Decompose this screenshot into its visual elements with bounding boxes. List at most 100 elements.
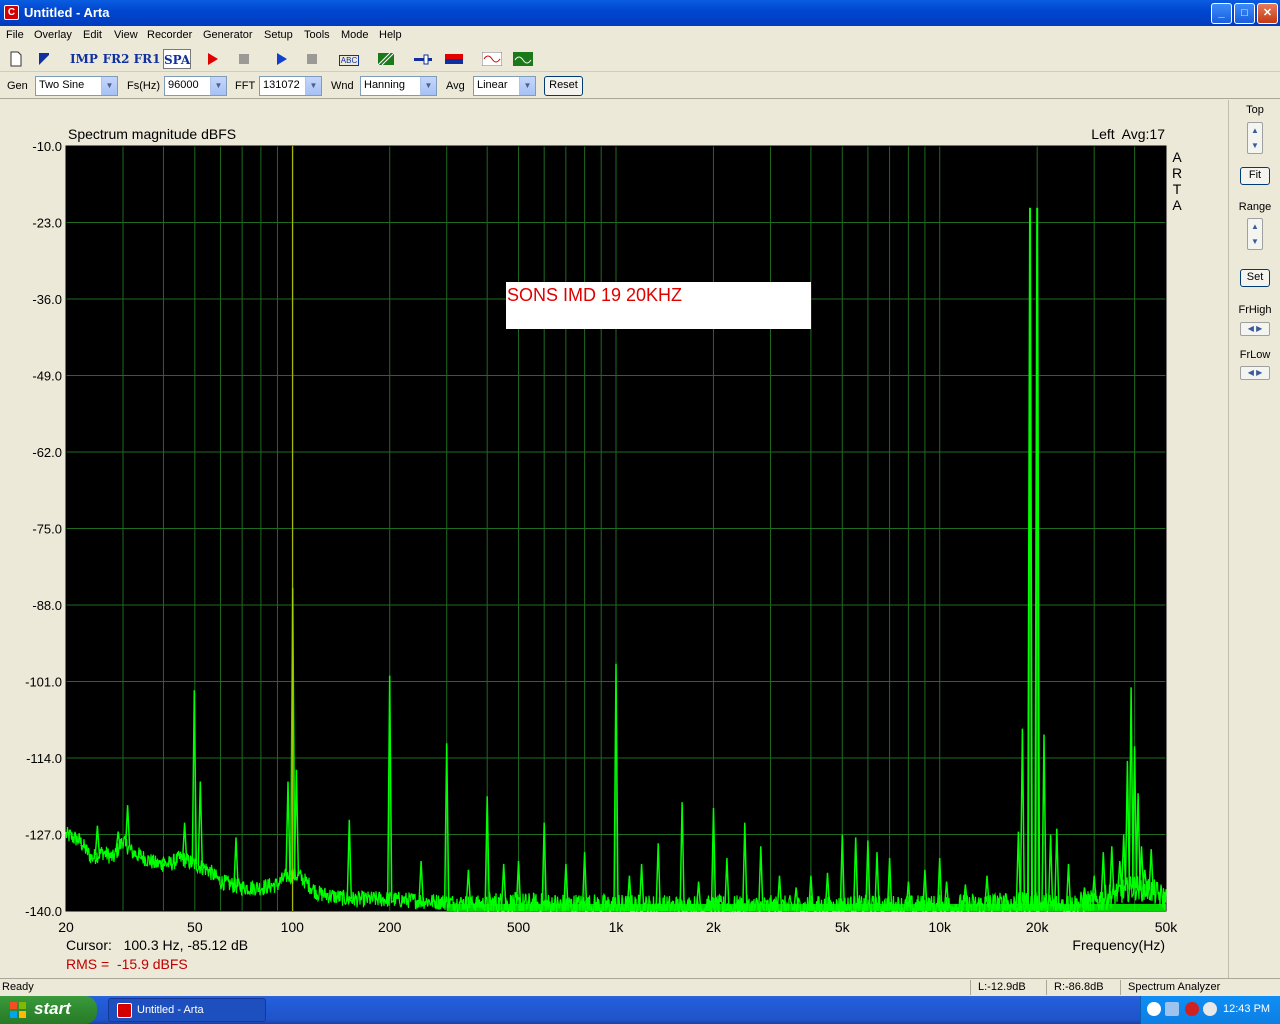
generator-select[interactable]: Two Sine ▼ — [35, 76, 118, 96]
status-right-level: R:-86.8dB — [1054, 981, 1104, 993]
spectrum-plot-area[interactable]: -10.0 -23.0 -36.0 -49.0 -62.0 -75.0 -88.0 -101.… — [0, 100, 1229, 978]
y-tick-label: -140.0 — [25, 904, 62, 919]
toolbar: IMP FR2 FR1 SPA ABC — [0, 46, 1280, 72]
sine-wave-icon[interactable] — [481, 49, 503, 69]
chart-title: Spectrum magnitude dBFS — [68, 126, 236, 142]
status-bar: Ready L:-12.9dB R:-86.8dB Spectrum Analy… — [0, 978, 1280, 996]
taskbar-item-arta[interactable]: Untitled - Arta — [108, 998, 266, 1022]
y-tick-label: -114.0 — [26, 751, 62, 766]
close-button[interactable]: ✕ — [1257, 3, 1278, 24]
scope-icon[interactable] — [512, 49, 534, 69]
x-tick-label: 5k — [835, 919, 851, 935]
annotation-box[interactable]: SONS IMD 19 20KHZ — [506, 282, 811, 329]
frhigh-spinner[interactable]: ◀ ▶ — [1240, 322, 1270, 336]
menu-bar: File Overlay Edit View Recorder Generato… — [0, 26, 1280, 46]
chevron-down-icon: ▼ — [305, 77, 321, 95]
x-tick-label: 200 — [378, 919, 402, 935]
cursor-readout: Cursor: 100.3 Hz, -85.12 dB — [66, 937, 248, 953]
security-shield-icon[interactable] — [1185, 1002, 1199, 1016]
range-label: Range — [1238, 201, 1272, 213]
x-tick-label: 50 — [187, 919, 203, 935]
abc-label-icon[interactable]: ABC — [338, 49, 360, 69]
channel-avg-info: Left Avg:17 — [1091, 126, 1165, 142]
x-axis-label: Frequency(Hz) — [1072, 937, 1165, 953]
status-mode: Spectrum Analyzer — [1128, 981, 1221, 993]
antivirus-icon[interactable] — [1203, 1002, 1217, 1016]
fft-size-value: 131072 — [263, 79, 300, 91]
color-bar-icon[interactable] — [444, 49, 464, 69]
chevron-down-icon: ▼ — [210, 77, 226, 95]
stop-generator-icon[interactable] — [304, 49, 320, 69]
x-tick-label: 20k — [1026, 919, 1050, 935]
sample-rate-select[interactable]: 96000 ▼ — [164, 76, 227, 96]
x-tick-label: 20 — [58, 919, 74, 935]
y-tick-label: -101.0 — [25, 675, 62, 690]
x-tick-label: 100 — [281, 919, 305, 935]
minimize-button[interactable]: _ — [1211, 3, 1232, 24]
annotation-text: SONS IMD 19 20KHZ — [507, 285, 682, 305]
y-tick-label: -23.0 — [32, 216, 62, 231]
spectrum-mode-button[interactable]: SPA — [163, 49, 191, 69]
range-spinner[interactable]: ▲ ▼ — [1247, 218, 1263, 250]
menu-tools[interactable]: Tools — [304, 29, 330, 41]
clock: 12:43 PM — [1223, 1003, 1271, 1015]
top-spinner[interactable]: ▲ ▼ — [1247, 122, 1263, 154]
rms-readout: RMS = -15.9 dBFS — [66, 956, 188, 972]
maximize-button[interactable]: □ — [1234, 3, 1255, 24]
tray-arrow-icon[interactable] — [1147, 1002, 1161, 1016]
grid-pattern-icon[interactable] — [377, 49, 395, 69]
start-label: start — [34, 999, 71, 1018]
y-tick-label: -10.0 — [32, 139, 62, 154]
fit-button[interactable]: Fit — [1240, 167, 1270, 185]
record-play-icon[interactable] — [205, 49, 221, 69]
y-tick-label: -36.0 — [32, 292, 62, 307]
fr1-mode-button[interactable]: FR1 — [133, 49, 161, 69]
menu-generator[interactable]: Generator — [203, 29, 253, 41]
fs-label: Fs(Hz) — [127, 80, 160, 92]
slider-icon[interactable] — [413, 49, 433, 69]
y-tick-label: -127.0 — [25, 828, 62, 843]
spectrum-chart[interactable]: -10.0 -23.0 -36.0 -49.0 -62.0 -75.0 -88.0 -101.… — [0, 100, 1229, 978]
x-tick-label: 10k — [928, 919, 952, 935]
start-button[interactable]: start — [0, 996, 97, 1024]
window-label: Wnd — [331, 80, 354, 92]
network-icon[interactable] — [1165, 1002, 1179, 1016]
menu-help[interactable]: Help — [379, 29, 402, 41]
windows-logo-icon — [10, 1002, 26, 1018]
window-type-select[interactable]: Hanning ▼ — [360, 76, 437, 96]
chevron-down-icon: ▼ — [420, 77, 436, 95]
sample-rate-value: 96000 — [168, 79, 199, 91]
fr2-mode-button[interactable]: FR2 — [102, 49, 130, 69]
gen-label: Gen — [7, 80, 28, 92]
menu-view[interactable]: View — [114, 29, 138, 41]
chevron-down-icon: ▼ — [101, 77, 117, 95]
menu-mode[interactable]: Mode — [341, 29, 369, 41]
stop-icon[interactable] — [236, 49, 252, 69]
play-icon[interactable] — [274, 49, 290, 69]
new-file-icon[interactable] — [8, 49, 24, 69]
y-tick-label: -75.0 — [32, 522, 62, 537]
menu-recorder[interactable]: Recorder — [147, 29, 192, 41]
arta-app-icon — [117, 1003, 132, 1018]
open-file-icon[interactable] — [36, 49, 52, 69]
status-ready: Ready — [2, 981, 34, 993]
side-label-letter: R — [1172, 165, 1182, 181]
menu-file[interactable]: File — [6, 29, 24, 41]
frlow-label: FrLow — [1239, 349, 1271, 361]
impulse-mode-button[interactable]: IMP — [70, 49, 98, 69]
side-label-letter: A — [1172, 197, 1182, 213]
set-button[interactable]: Set — [1240, 269, 1270, 287]
menu-setup[interactable]: Setup — [264, 29, 293, 41]
averaging-value: Linear — [477, 79, 508, 91]
fft-size-select[interactable]: 131072 ▼ — [259, 76, 322, 96]
averaging-select[interactable]: Linear ▼ — [473, 76, 536, 96]
reset-button[interactable]: Reset — [544, 76, 583, 96]
y-tick-label: -62.0 — [32, 445, 62, 460]
y-tick-label: -88.0 — [32, 598, 62, 613]
frlow-spinner[interactable]: ◀ ▶ — [1240, 366, 1270, 380]
menu-edit[interactable]: Edit — [83, 29, 102, 41]
arta-app-icon: C — [4, 5, 19, 20]
avg-label: Avg — [446, 80, 465, 92]
menu-overlay[interactable]: Overlay — [34, 29, 72, 41]
top-label: Top — [1246, 104, 1264, 116]
